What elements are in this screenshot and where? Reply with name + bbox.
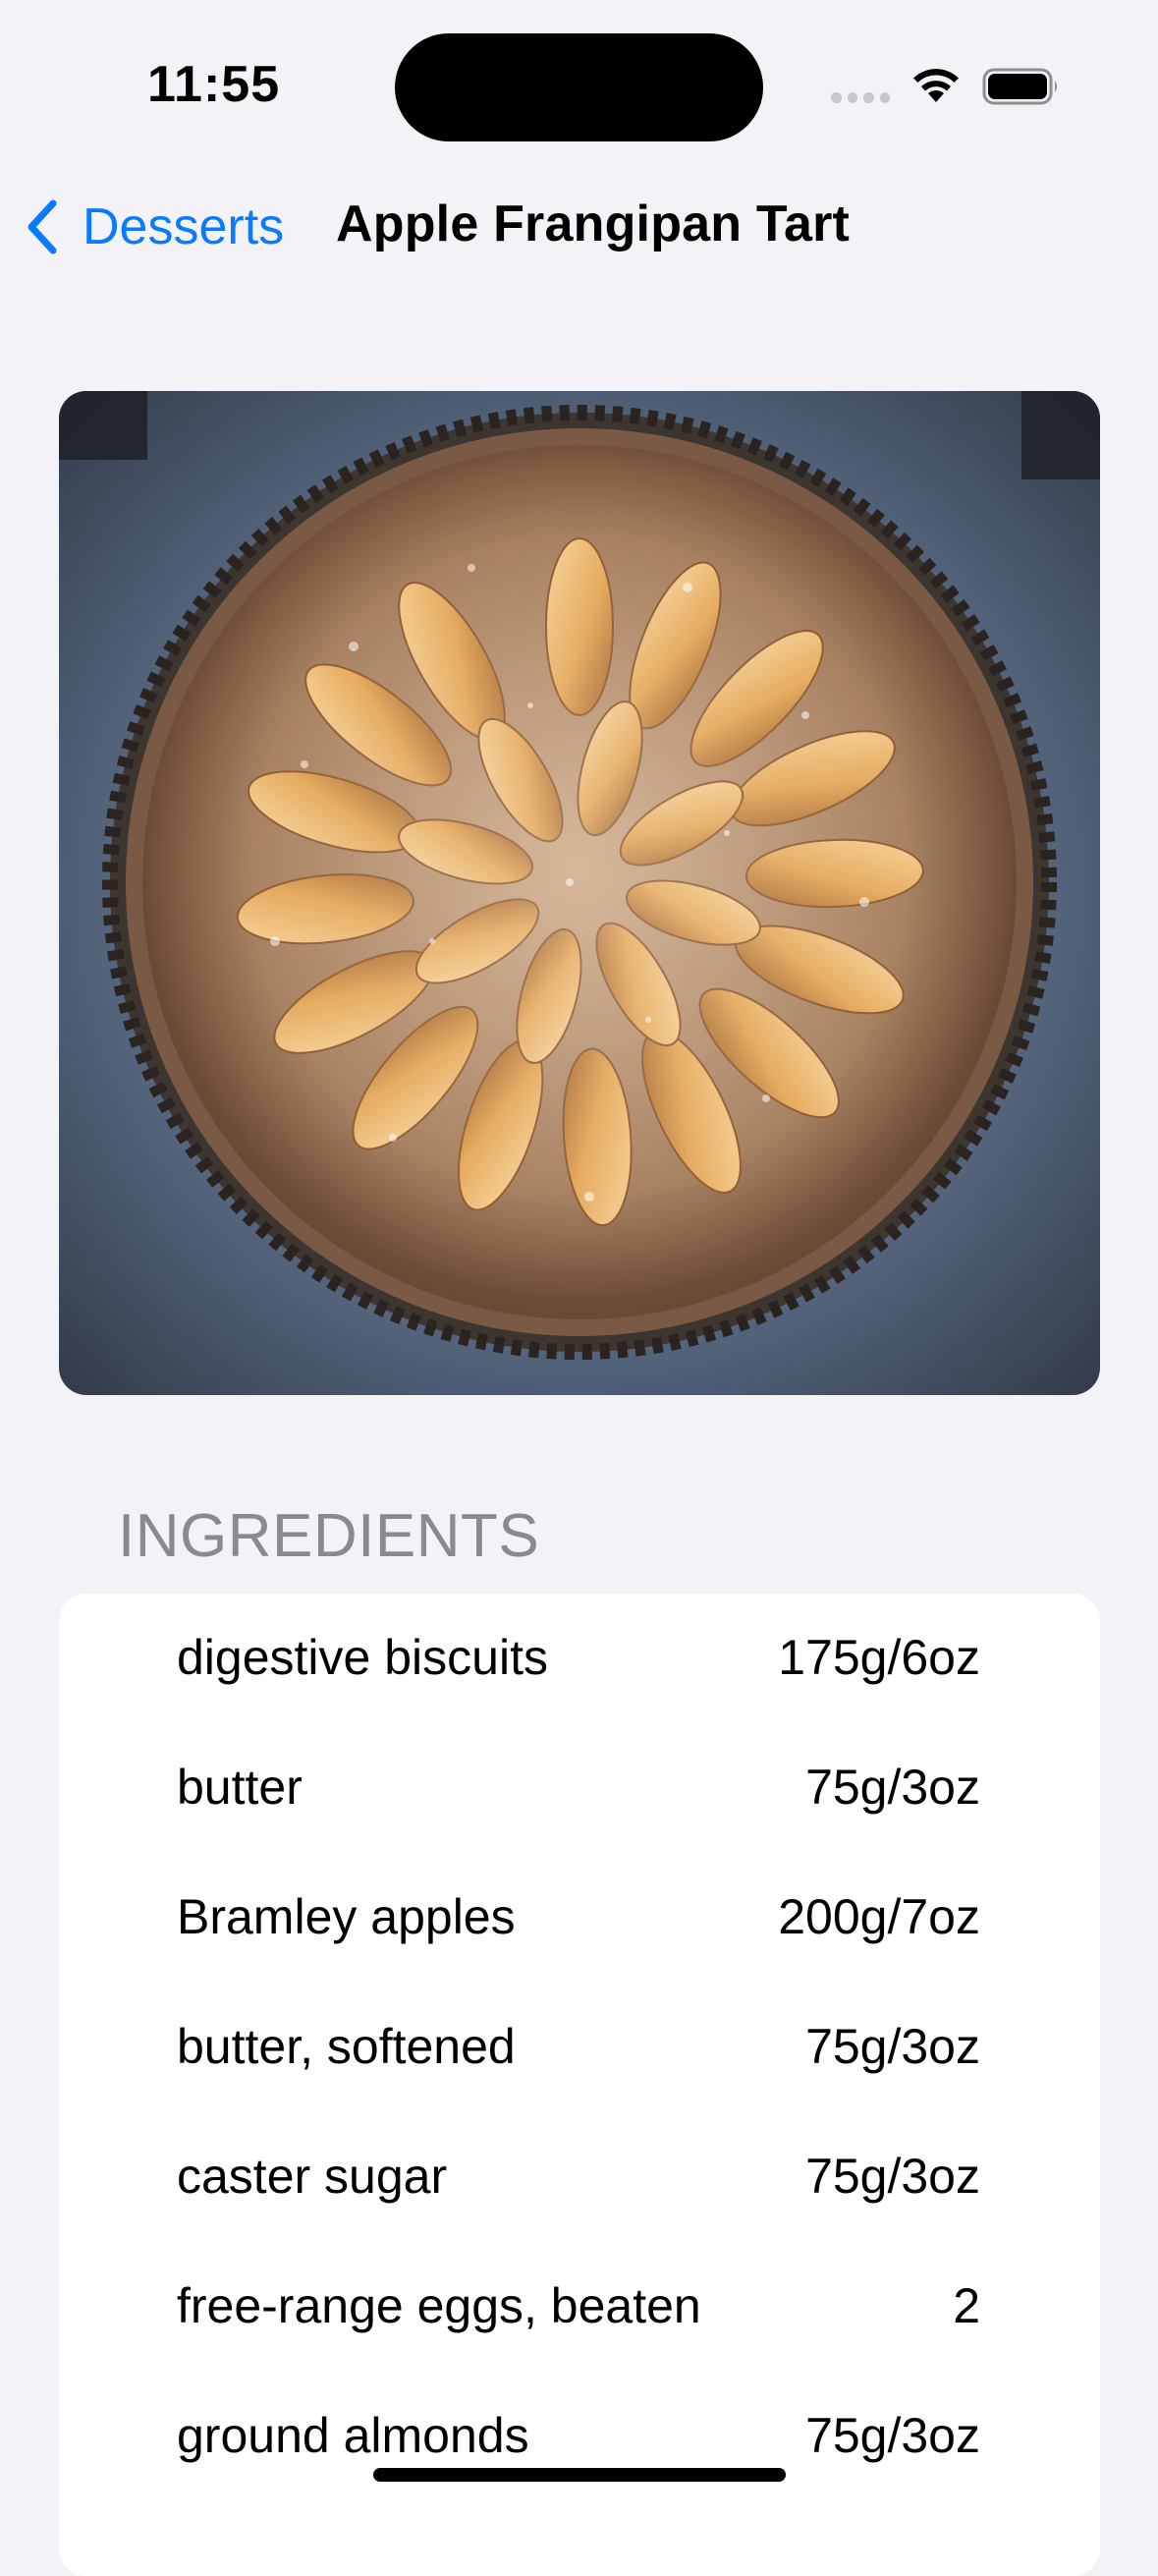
ingredient-name: Bramley apples [177, 1889, 516, 1944]
wifi-icon [913, 69, 959, 102]
recipe-photo [59, 391, 1100, 1395]
ingredient-name: ground almonds [177, 2408, 529, 2463]
navigation-bar: Desserts Apple Frangipan Tart [0, 167, 1158, 285]
dynamic-island [395, 33, 763, 141]
status-bar: 11:55 [0, 0, 1158, 167]
ingredient-quantity: 200g/7oz [778, 1889, 980, 1944]
ingredient-quantity: 175g/6oz [778, 1630, 980, 1685]
status-time: 11:55 [147, 56, 281, 113]
ingredient-name: caster sugar [177, 2149, 448, 2204]
ingredient-row: digestive biscuits 175g/6oz [59, 1594, 1100, 1723]
ingredient-row: ground almonds 75g/3oz [59, 2372, 1100, 2501]
home-indicator[interactable] [373, 2468, 786, 2482]
ingredient-quantity: 75g/3oz [805, 1760, 980, 1815]
ingredient-name: butter [177, 1760, 303, 1815]
ingredient-name: digestive biscuits [177, 1630, 548, 1685]
ingredient-row: butter 75g/3oz [59, 1723, 1100, 1853]
ingredients-list: digestive biscuits 175g/6oz butter 75g/3… [59, 1594, 1100, 2576]
ingredient-quantity: 75g/3oz [805, 2408, 980, 2463]
chevron-left-icon [28, 199, 57, 254]
ingredient-name: free-range eggs, beaten [177, 2278, 701, 2333]
back-button[interactable]: Desserts [24, 193, 284, 261]
ingredient-quantity: 2 [953, 2278, 980, 2333]
ingredient-row: Bramley apples 200g/7oz [59, 1853, 1100, 1983]
ingredient-row: caster sugar 75g/3oz [59, 2112, 1100, 2242]
ingredient-quantity: 75g/3oz [805, 2149, 980, 2204]
ingredient-quantity: 75g/3oz [805, 2019, 980, 2074]
tart-photo-icon [59, 391, 1100, 1395]
cellular-signal-icon [831, 92, 890, 104]
ingredient-row: free-range eggs, beaten 2 [59, 2242, 1100, 2372]
battery-icon [982, 68, 1057, 105]
ingredient-row: butter, softened 75g/3oz [59, 1983, 1100, 2112]
back-button-label: Desserts [83, 198, 285, 255]
page-title: Apple Frangipan Tart [336, 196, 851, 252]
ingredients-header: INGREDIENTS [118, 1502, 540, 1570]
ingredient-name: butter, softened [177, 2019, 516, 2074]
